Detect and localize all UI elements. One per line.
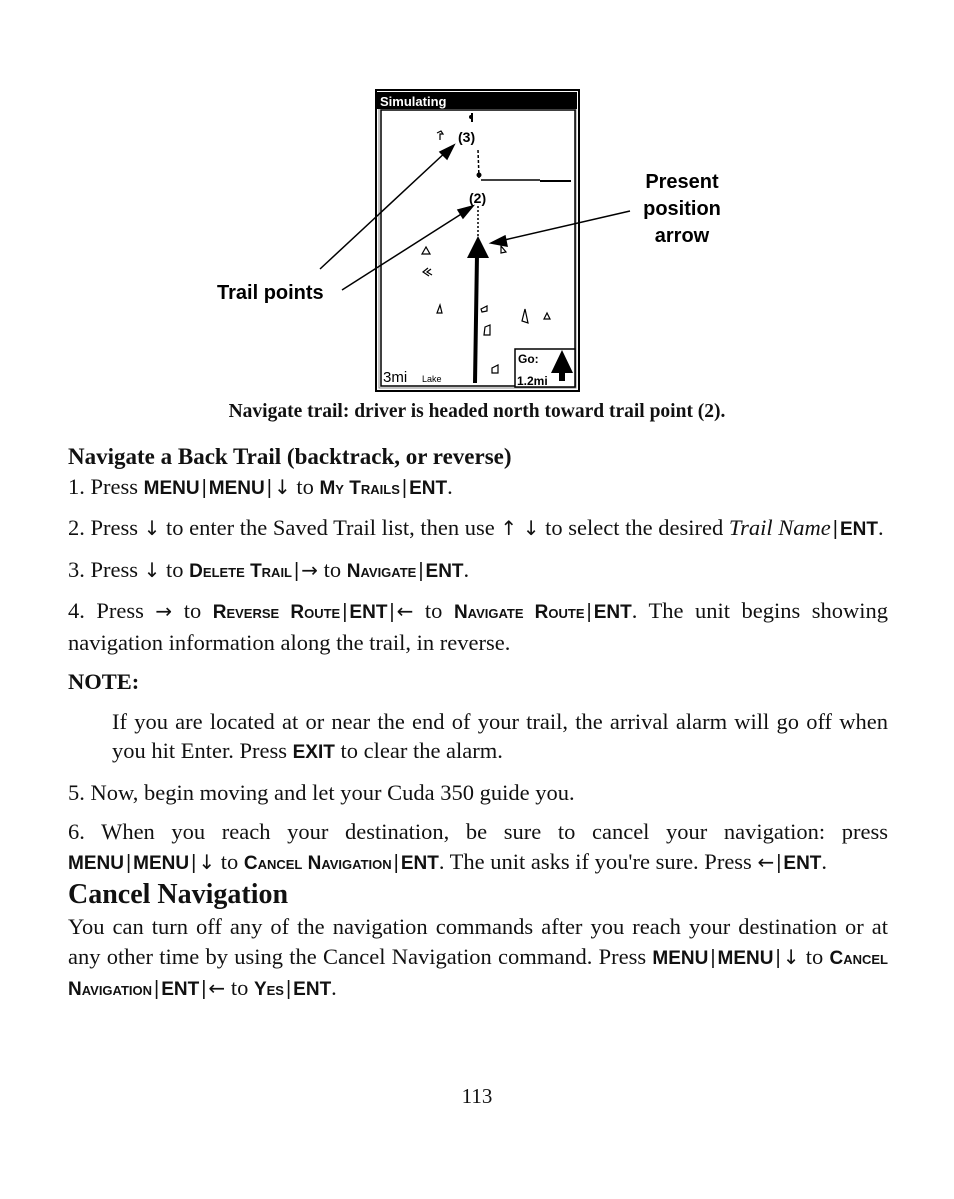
key-menu: MENU [68,852,124,874]
callout-line: position [643,198,721,220]
callout-line: Present [645,171,719,193]
key-ent: ENT [425,560,464,582]
key-ent: ENT [783,852,822,874]
screen-title: Simulating [380,94,447,109]
trail-point-label-2: (2) [469,190,486,206]
callout-line: arrow [654,225,710,247]
up-arrow-icon: ↑ [500,516,518,540]
map-lake-label: Lake [422,374,442,384]
step-4: 4. Press → to Reverse Route | ENT | ← to Nav… [68,598,889,655]
key-menu: MENU [143,477,200,499]
figure-navigate-trail: Simulating (3) (2) 3mi Lake Go: 1.2mi Tr… [0,0,954,400]
text: . [331,975,337,1000]
text: . [877,515,884,540]
text: to [290,473,320,499]
left-arrow-icon: ← [396,599,414,623]
page-content: Navigate a Back Trail (backtrack, or rev… [68,442,888,1005]
down-arrow-icon: ↓ [273,474,291,499]
step-3: 3. Press ↓ to Delete Trail | → to Navigate… [68,556,470,582]
text: . [463,556,470,582]
menu-item-my-trails: My Trails [319,477,400,499]
left-arrow-icon: ← [757,849,775,874]
menu-item-cancel-navigation: Cancel Navigation [243,852,392,874]
go-distance: 1.2mi [517,374,548,388]
text: 6. When you reach your destination, be s… [68,819,888,844]
text: to [172,598,213,623]
text: to [225,975,254,1000]
key-menu: MENU [652,947,709,969]
step-2: 2. Press ↓ to enter the Saved Trail list… [68,515,884,540]
text: to [799,943,830,969]
note-label: NOTE: [68,669,140,694]
text: to [215,848,244,874]
key-ent: ENT [293,979,332,1000]
gps-screen-illustration: Simulating (3) (2) 3mi Lake Go: 1.2mi [319,89,631,392]
key-ent: ENT [839,519,878,540]
down-arrow-icon: ↓ [522,516,540,540]
right-arrow-icon: → [301,557,318,582]
heading-line [473,254,479,384]
step-5: 5. Now, begin moving and let your Cuda 3… [68,779,575,805]
trail-name: Trail Name [728,515,831,540]
section-heading-cancel-navigation: Cancel Navigation [68,879,289,910]
text: . The unit asks if you're sure. Press [438,848,758,874]
text: 2. Press [68,515,144,540]
text: 4. Press [68,598,156,623]
text: to [413,598,454,623]
down-arrow-icon: ↓ [143,557,161,582]
go-label: Go: [518,352,539,366]
step-6: 6. When you reach your destination, be s… [68,819,888,874]
key-ent: ENT [349,602,388,623]
step-1: 1. Press MENU | MENU | ↓ to My Trails | ENT. [68,473,453,499]
menu-item-yes: Yes [253,979,284,1000]
note-text: If you are located at or near the end of… [68,707,888,768]
left-arrow-icon: ← [208,976,226,1000]
text: 3. Press [68,556,144,582]
figure-caption: Navigate trail: driver is headed north t… [228,401,726,422]
text: to [160,556,190,582]
page-number: 113 [461,1084,493,1108]
key-menu: MENU [717,947,774,969]
map-scale-label: 3mi [383,369,407,386]
key-ent: ENT [161,979,200,1000]
menu-item-delete-trail: Delete Trail [189,560,293,582]
callout-present-position: Present position arrow [632,169,732,250]
trail-point-label-3: (3) [458,129,475,145]
menu-item-navigate: Navigate [346,560,417,582]
cancel-navigation-paragraph: You can turn off any of the navigation c… [68,914,888,1000]
key-menu: MENU [208,477,265,499]
text: to clear the alarm. [334,738,503,763]
key-exit: EXIT [292,742,335,763]
text: 1. Press [68,473,144,499]
down-arrow-icon: ↓ [198,849,216,874]
down-arrow-icon: ↓ [782,944,800,969]
key-menu: MENU [133,852,190,874]
down-arrow-icon: ↓ [143,516,161,540]
menu-item-navigate-route: Navigate Route [453,602,585,623]
key-ent: ENT [409,477,448,499]
trail-point-dot [476,172,482,178]
key-ent: ENT [400,852,439,874]
key-ent: ENT [593,602,632,623]
text: . [447,473,453,499]
text: to [317,556,347,582]
text: to select the desired [539,515,729,540]
section-heading-back-trail: Navigate a Back Trail (backtrack, or rev… [68,444,512,469]
menu-item-reverse-route: Reverse Route [212,602,341,623]
right-arrow-icon: → [155,599,173,623]
text: to enter the Saved Trail list, then use [160,515,501,540]
text: . [821,848,828,874]
callout-trail-points: Trail points [217,282,324,304]
